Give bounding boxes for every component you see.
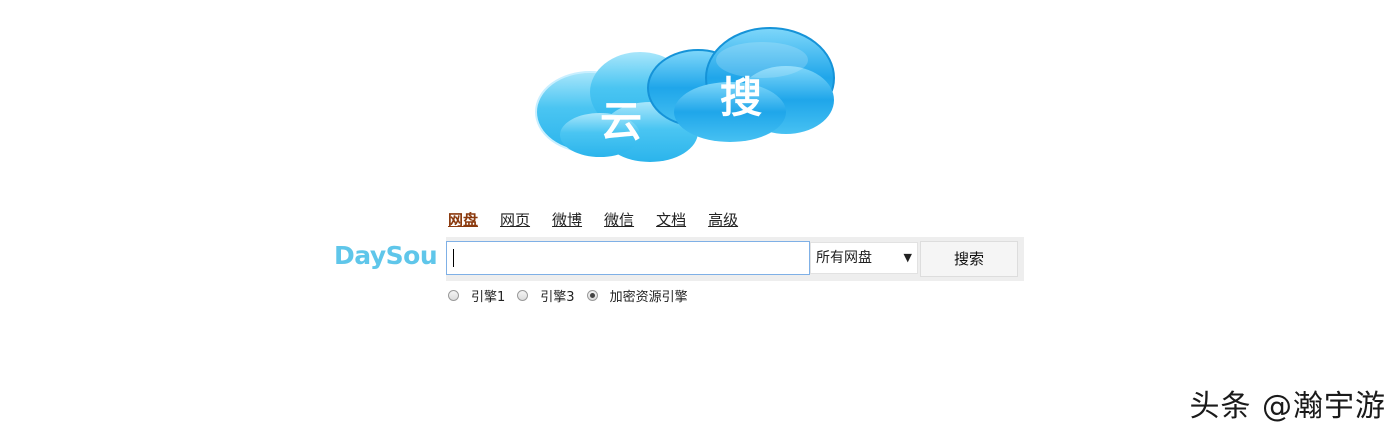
tab-weixin[interactable]: 微信 (604, 210, 634, 230)
chevron-down-icon: ▼ (903, 251, 912, 264)
disk-select-value: 所有网盘 (816, 250, 872, 266)
radio-circle-icon[interactable] (517, 290, 529, 301)
engine-radio-group: 引擎1 引擎3 加密资源引擎 (448, 286, 700, 305)
logo-char-right: 搜 (720, 73, 762, 122)
search-button[interactable]: 搜索 (920, 241, 1018, 277)
tab-weibo[interactable]: 微博 (552, 210, 582, 230)
search-page: 云 搜 网盘 网页 微博 微信 文档 高级 DaySou 所有网盘 ▼ 搜索 引… (0, 0, 1400, 439)
radio-circle-icon[interactable] (448, 290, 459, 301)
radio-label: 引擎3 (540, 290, 575, 305)
radio-encrypted-engine[interactable]: 加密资源引擎 (586, 286, 688, 305)
tab-wangye[interactable]: 网页 (500, 210, 530, 230)
radio-label: 加密资源引擎 (609, 290, 688, 305)
search-category-tabs: 网盘 网页 微博 微信 文档 高级 (448, 210, 760, 230)
radio-label: 引擎1 (471, 290, 506, 305)
watermark: 头条 @瀚宇游 (1189, 389, 1386, 424)
brand-logo-text: DaySou (334, 241, 438, 270)
tab-wendang[interactable]: 文档 (656, 210, 686, 230)
tab-gaoji[interactable]: 高级 (708, 210, 738, 230)
radio-engine-3[interactable]: 引擎3 (517, 286, 575, 305)
search-input[interactable] (446, 241, 810, 275)
cloud-logo[interactable]: 云 搜 (530, 20, 842, 172)
logo-char-left: 云 (600, 97, 642, 146)
radio-engine-1[interactable]: 引擎1 (448, 286, 505, 305)
tab-wangpan[interactable]: 网盘 (448, 210, 478, 230)
text-caret (453, 249, 454, 267)
radio-circle-checked-icon[interactable] (586, 290, 598, 301)
search-bar: 所有网盘 ▼ 搜索 (446, 237, 1024, 281)
disk-select[interactable]: 所有网盘 ▼ (810, 242, 918, 274)
